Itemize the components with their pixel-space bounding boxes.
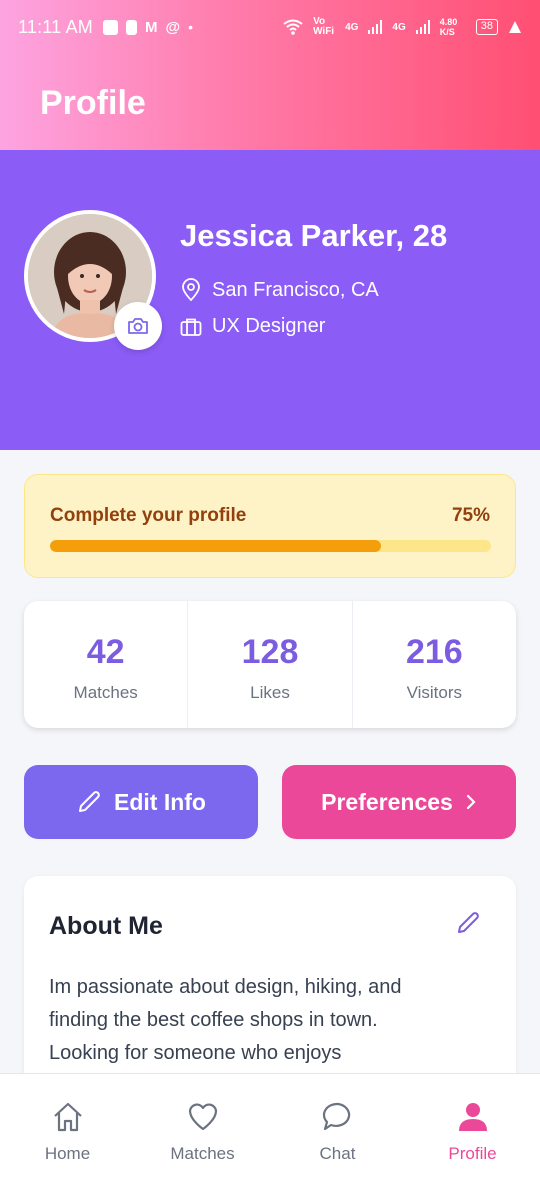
completion-progress-fill	[50, 540, 381, 552]
nav-label: Profile	[448, 1144, 497, 1163]
stat-label: Visitors	[406, 683, 463, 702]
battery-icon: 38	[475, 19, 498, 35]
stat-value: 128	[241, 633, 299, 671]
nav-label: Matches	[170, 1144, 235, 1163]
nav-item-profile[interactable]: Profile	[405, 1074, 540, 1200]
avatar-container	[24, 210, 162, 350]
network-4g-label-2: 4G	[392, 21, 406, 33]
profile-hero: Jessica Parker, 28 San Francisco, CA UX …	[0, 150, 540, 450]
app-notification-icon	[102, 19, 118, 35]
status-time: 11:11 AM	[18, 16, 93, 37]
edit-info-label: Edit Info	[114, 788, 206, 815]
pencil-icon	[79, 791, 100, 812]
edit-info-button[interactable]: Edit Info	[24, 765, 258, 839]
network-4g-label-1: 4G	[345, 21, 359, 33]
chat-icon	[322, 1102, 350, 1131]
nav-item-matches[interactable]: Matches	[135, 1074, 270, 1200]
location-text: San Francisco, CA	[212, 278, 379, 301]
chevron-right-icon	[466, 794, 476, 810]
completion-percent: 75%	[451, 505, 490, 526]
completion-progress-track	[50, 540, 491, 552]
preferences-label: Preferences	[321, 788, 453, 815]
camera-icon	[128, 318, 148, 334]
profile-completion-card[interactable]: Complete your profile 75%	[24, 474, 516, 578]
preferences-button[interactable]: Preferences	[282, 765, 516, 839]
alert-icon	[509, 21, 521, 33]
phone-notification-icon	[125, 19, 137, 35]
about-title: About Me	[49, 912, 163, 940]
nav-item-chat[interactable]: Chat	[270, 1074, 405, 1200]
nav-label: Chat	[319, 1144, 356, 1163]
stat-value: 216	[405, 633, 463, 671]
stat-visitors[interactable]: 216 Visitors	[353, 601, 516, 728]
completion-label: Complete your profile	[50, 505, 247, 526]
stat-matches[interactable]: 42 Matches	[24, 601, 189, 728]
nav-item-home[interactable]: Home	[0, 1074, 135, 1200]
profile-location: San Francisco, CA	[180, 278, 379, 302]
profile-job: UX Designer	[180, 315, 325, 338]
nav-label: Home	[44, 1144, 91, 1163]
header-bar: 11:11 AM M @ • Vo WiFi 4G 4G 4.80 K/S 38…	[0, 0, 540, 150]
stat-label: Matches	[73, 683, 138, 702]
page-title: Profile	[40, 84, 146, 122]
status-bar: 11:11 AM M @ • Vo WiFi 4G 4G 4.80 K/S 38	[0, 0, 540, 54]
signal-icon-2	[415, 20, 430, 34]
wifi-icon	[283, 19, 303, 35]
job-text: UX Designer	[212, 315, 326, 337]
threads-icon: @	[165, 18, 181, 36]
heart-icon	[188, 1103, 217, 1131]
bottom-nav: Home Matches Chat Profile	[0, 1073, 540, 1200]
notification-icons: M @ •	[102, 18, 194, 36]
vowifi-label: Vo WiFi	[313, 16, 335, 37]
speed-label: 4.80 K/S	[439, 17, 458, 37]
gmail-icon: M	[144, 18, 158, 36]
about-text: Im passionate about design, hiking, and …	[49, 976, 402, 1064]
stats-card: 42 Matches 128 Likes 216 Visitors	[24, 601, 516, 728]
briefcase-icon	[180, 318, 202, 336]
status-right: Vo WiFi 4G 4G 4.80 K/S 38	[283, 17, 522, 37]
signal-icon-1	[368, 20, 383, 34]
location-pin-icon	[182, 278, 200, 302]
stat-likes[interactable]: 128 Likes	[188, 601, 353, 728]
stat-label: Likes	[250, 683, 290, 702]
dot-icon: •	[188, 19, 194, 35]
user-icon	[458, 1103, 487, 1131]
change-photo-button[interactable]	[114, 302, 162, 350]
profile-name: Jessica Parker, 28	[180, 218, 448, 253]
home-icon	[53, 1102, 82, 1132]
stat-value: 42	[86, 633, 125, 671]
edit-about-icon[interactable]	[455, 910, 481, 936]
